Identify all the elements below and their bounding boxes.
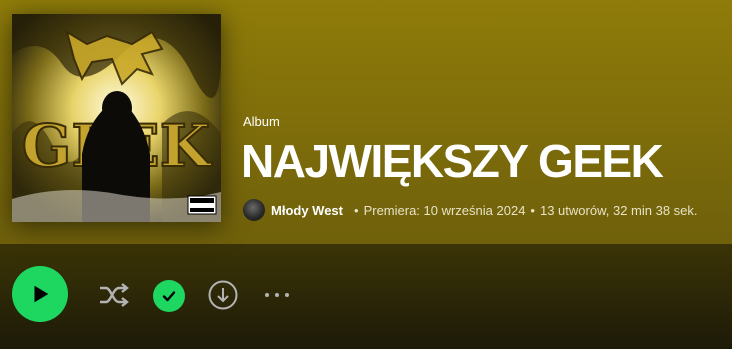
artist-link[interactable]: Młody West — [271, 203, 343, 218]
album-cover-art: GEEK — [12, 14, 221, 222]
download-button[interactable] — [207, 279, 239, 311]
album-title: NAJWIĘKSZY GEEK — [241, 135, 664, 187]
play-icon — [34, 285, 49, 303]
artist-avatar[interactable] — [243, 199, 265, 221]
more-options-button[interactable] — [261, 283, 293, 307]
album-cover[interactable]: GEEK — [12, 14, 221, 222]
release-date: Premiera: 10 września 2024 — [363, 202, 526, 218]
shuffle-button[interactable] — [96, 280, 132, 310]
shuffle-icon — [100, 283, 129, 307]
album-type-label: Album — [243, 114, 280, 129]
tracks-duration: 13 utworów, 32 min 38 sek. — [539, 202, 698, 218]
check-icon — [162, 291, 176, 302]
meta-separator: • — [530, 202, 535, 218]
meta-separator: • — [354, 202, 359, 218]
more-icon — [265, 293, 289, 297]
album-meta: Młody West • Premiera: 10 września 2024 … — [243, 198, 698, 222]
play-button[interactable] — [12, 266, 68, 322]
download-icon — [208, 280, 238, 310]
saved-to-library-button[interactable] — [153, 280, 185, 312]
